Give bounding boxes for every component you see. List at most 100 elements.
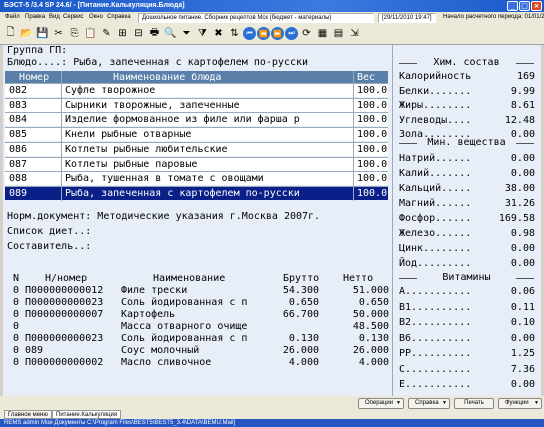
table-row[interactable]: 083 Сырники творожные, запеченные 100.0: [5, 97, 388, 112]
dish-name: Котлеты рыбные любительские: [65, 143, 228, 155]
ing-net: 0.130: [358, 333, 389, 344]
ing-net: 50.000: [352, 309, 389, 320]
table-row[interactable]: 089 Рыба, запеченная с картофелем по-русс…: [5, 185, 388, 200]
preview-icon[interactable]: 🔍: [163, 26, 178, 42]
refresh-icon[interactable]: ⟳: [299, 26, 314, 42]
list-item[interactable]: 0 П000000000023 Соль йодированная с п 0.130…: [13, 333, 391, 345]
minerals-label: Цинк........: [399, 243, 472, 254]
author-line: Составитель..:: [7, 241, 92, 252]
list-item[interactable]: 0 Масса отварного очище 48.500: [13, 321, 391, 333]
dish-name: Кнели рыбные отварные: [65, 129, 192, 141]
ing-name: Масса отварного очище: [121, 321, 248, 332]
table-row[interactable]: 088 Рыба, тушенная в томате с овощами 100.…: [5, 171, 388, 186]
last-record-icon[interactable]: ⏭: [285, 27, 298, 40]
save-icon[interactable]: 💾: [35, 26, 50, 42]
cut-icon[interactable]: ✂: [51, 26, 66, 42]
open-icon[interactable]: 📂: [19, 26, 34, 42]
dish-number: 087: [9, 158, 28, 170]
chem-value: 8.61: [510, 100, 535, 111]
calendar-icon[interactable]: ▦: [315, 26, 330, 42]
dish-table: Номер Наименование блюда Вес 082 Суфле тв…: [5, 71, 388, 201]
chevron-down-icon: ▼: [442, 400, 447, 406]
new-icon[interactable]: 🗋: [3, 26, 18, 42]
close-button[interactable]: ×: [531, 1, 542, 11]
minerals-value: 0.00: [510, 168, 535, 179]
exit-icon[interactable]: ⇲: [347, 26, 362, 42]
vitamins-value: 0.06: [510, 286, 535, 297]
menu-item[interactable]: Файл: [2, 12, 23, 23]
list-item[interactable]: 0 089 Соус молочный 26.000 26.000: [13, 345, 391, 357]
vitamins-row: С........... 7.36: [399, 364, 539, 376]
table-row[interactable]: 084 Изделие формованное из филе или фарша…: [5, 112, 388, 127]
operations-button[interactable]: Операции ▼: [358, 398, 404, 409]
print-icon[interactable]: 🖶: [147, 26, 162, 42]
ingredients-header: N Н/номер Наименование Брутто Нетто: [13, 273, 391, 285]
dish-number: 084: [9, 114, 28, 126]
list-item[interactable]: 0 П000000000012 Филе трески 54.300 51.000: [13, 285, 391, 297]
tab-calculation[interactable]: Питание.Калькуляция: [52, 410, 122, 419]
list-item[interactable]: 0 П000000000002 Масло сливочное 4.000 4.000: [13, 357, 391, 369]
vitamins-label: А...........: [399, 286, 472, 297]
calculator-icon[interactable]: ▤: [331, 26, 346, 42]
minerals-value: 0.98: [510, 228, 535, 239]
dish-weight: 100.0: [357, 85, 388, 96]
menu-item[interactable]: Правка: [22, 12, 48, 23]
copy-icon[interactable]: ⎘: [67, 26, 82, 42]
functions-button[interactable]: Функции ▼: [498, 398, 542, 409]
first-record-icon[interactable]: ⏮: [243, 27, 256, 40]
dish-name: Суфле творожное: [65, 85, 156, 96]
ing-code: П000000000007: [25, 309, 104, 320]
prev-page-icon[interactable]: ⏪: [257, 27, 270, 40]
operations-label: Операции: [365, 400, 394, 406]
vitamins-row: В1.......... 0.11: [399, 302, 539, 314]
print-label: Печать: [464, 400, 484, 406]
filter-set-icon[interactable]: ⧩: [195, 26, 210, 42]
chem-label: Калорийность: [399, 71, 472, 82]
vitamins-row: А........... 0.06: [399, 286, 539, 298]
ing-net: 51.000: [352, 285, 389, 296]
sort-icon[interactable]: ⇅: [227, 26, 242, 42]
ing-gross: 54.300: [282, 285, 319, 296]
minerals-row: Калий....... 0.00: [399, 168, 539, 180]
table-row[interactable]: 085 Кнели рыбные отварные 100.0: [5, 127, 388, 142]
minimize-button[interactable]: _: [507, 1, 518, 11]
minerals-label: Магний......: [399, 198, 472, 209]
vitamins-row: Е........... 0.00: [399, 379, 539, 391]
dish-weight: 100.0: [357, 129, 388, 141]
vitamins-value: 7.36: [510, 363, 535, 375]
menu-item[interactable]: Окно: [86, 12, 106, 23]
tab-main-menu[interactable]: Главное меню: [4, 410, 52, 419]
dish-number: 083: [9, 99, 28, 111]
period-indicator: Начало расчетного периода: 01/01/2008: [443, 14, 544, 20]
next-page-icon[interactable]: ⏩: [271, 27, 284, 40]
minerals-label: Калий.......: [399, 168, 472, 179]
add-record-icon[interactable]: ⊞: [115, 26, 130, 42]
filter-clear-icon[interactable]: ✖: [211, 26, 226, 42]
vitamins-value: 1.25: [510, 348, 535, 359]
ing-name: Филе трески: [121, 285, 188, 296]
dish-weight: 100.0: [357, 143, 388, 155]
minerals-row: Фосфор...... 169.58: [399, 213, 539, 225]
edit-icon[interactable]: ✎: [99, 26, 114, 42]
ing-n: 0: [13, 321, 20, 332]
list-item[interactable]: 0 П000000000023 Соль йодированная с п 0.650…: [13, 297, 391, 309]
paste-icon[interactable]: 📋: [83, 26, 98, 42]
ing-gross: 4.000: [288, 357, 319, 368]
dish-weight: 100.0: [357, 173, 388, 185]
menu-item[interactable]: Сервис: [60, 12, 87, 23]
minerals-label: Железо......: [399, 228, 472, 239]
print-button[interactable]: Печать: [454, 398, 494, 409]
help-button[interactable]: Справка ▼: [408, 398, 450, 409]
table-row[interactable]: 087 Котлеты рыбные паровые 100.0: [5, 156, 388, 171]
table-row[interactable]: 086 Котлеты рыбные любительские 100.0: [5, 141, 388, 156]
ing-code: 089: [25, 345, 44, 356]
chem-value: 9.99: [510, 85, 535, 97]
table-row[interactable]: 082 Суфле творожное 100.0: [5, 83, 388, 97]
norm-doc-line: Норм.документ: Методические указания г.М…: [7, 211, 321, 222]
list-item[interactable]: 0 П000000000007 Картофель 66.700 50.000: [13, 309, 391, 321]
maximize-button[interactable]: □: [519, 1, 530, 11]
menu-item[interactable]: Справка: [104, 12, 134, 23]
delete-record-icon[interactable]: ⊟: [131, 26, 146, 42]
dish-weight: 100.0: [357, 114, 388, 126]
filter-icon[interactable]: ⏷: [179, 26, 194, 42]
